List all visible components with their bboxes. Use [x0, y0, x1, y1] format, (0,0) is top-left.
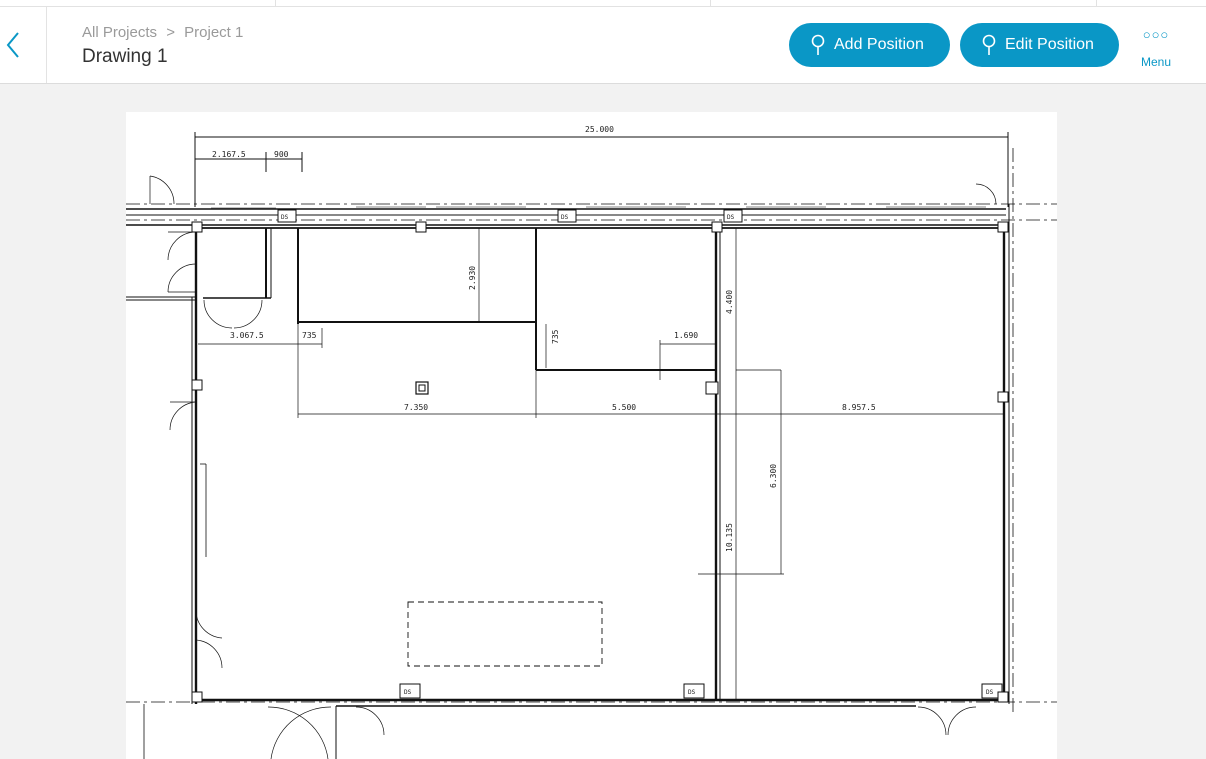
page-title: Drawing 1 [82, 46, 168, 67]
location-pin-icon [982, 34, 996, 55]
menu-label: Menu [1140, 55, 1172, 69]
app-header: All Projects > Project 1 Drawing 1 Add P… [0, 7, 1206, 84]
column-tag: DS [986, 689, 994, 696]
drawing-canvas[interactable]: DS DS DS DS DS DS 25.000 2.167.5 900 3.0… [126, 112, 1057, 759]
chevron-left-icon [6, 32, 19, 58]
edit-position-label: Edit Position [1005, 36, 1094, 53]
location-pin-icon [811, 34, 825, 55]
dimension-label: 735 [302, 331, 317, 340]
dimension-label: 4.400 [725, 290, 734, 314]
column-tag: DS [688, 689, 696, 696]
top-strip-divider [275, 0, 276, 6]
back-button[interactable] [0, 7, 47, 83]
dimension-label: 6.300 [769, 464, 778, 488]
dimension-label: 2.167.5 [212, 150, 246, 159]
column-tag: DS [281, 214, 289, 221]
add-position-button[interactable]: Add Position [789, 23, 950, 67]
breadcrumb: All Projects > Project 1 [82, 24, 248, 41]
dimension-overall-width: 25.000 [585, 125, 614, 134]
dimension-label: 735 [551, 329, 560, 344]
top-strip [0, 0, 1206, 7]
menu-button[interactable]: ○○○ Menu [1136, 27, 1176, 73]
edit-position-button[interactable]: Edit Position [960, 23, 1119, 67]
breadcrumb-project[interactable]: Project 1 [184, 24, 243, 41]
more-dots-icon: ○○○ [1142, 27, 1170, 42]
dimension-label: 5.500 [612, 403, 636, 412]
top-strip-divider [710, 0, 711, 6]
dimension-label: 3.067.5 [230, 331, 264, 340]
dimension-label: 2.930 [468, 266, 477, 290]
dimension-label: 900 [274, 150, 289, 159]
dimension-label: 1.690 [674, 331, 698, 340]
floor-plan[interactable]: DS DS DS DS DS DS 25.000 2.167.5 900 3.0… [126, 112, 1057, 759]
dimension-label: 7.350 [404, 403, 428, 412]
top-strip-divider [1096, 0, 1097, 6]
column-tag: DS [404, 689, 412, 696]
add-position-label: Add Position [834, 36, 924, 53]
breadcrumb-separator: > [166, 24, 175, 41]
breadcrumb-all-projects[interactable]: All Projects [82, 24, 157, 41]
column-tag: DS [561, 214, 569, 221]
dimension-label: 10.135 [725, 523, 734, 552]
dimension-label: 8.957.5 [842, 403, 876, 412]
column-tag: DS [727, 214, 735, 221]
